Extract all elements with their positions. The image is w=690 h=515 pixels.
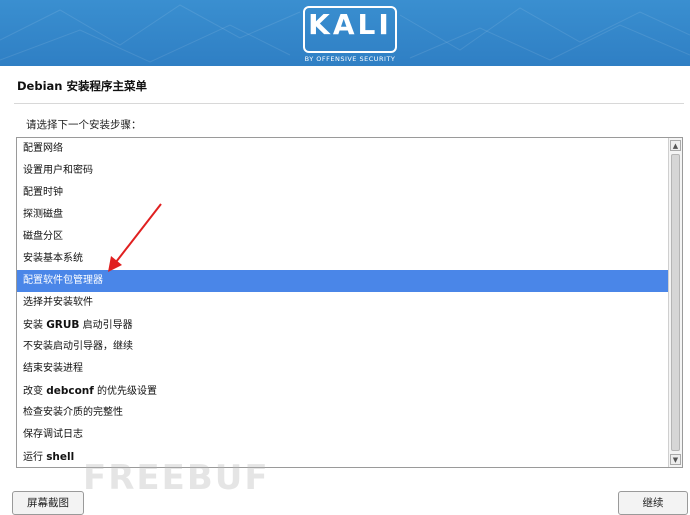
menu-item-label: 配置时钟 xyxy=(23,187,63,198)
menu-item[interactable]: 磁盘分区 xyxy=(17,226,668,248)
menu-item-label-suffix: 的优先级设置 xyxy=(93,386,158,397)
menu-item[interactable]: 改变 debconf 的优先级设置 xyxy=(17,380,668,402)
menu-item[interactable]: 不安装启动引导器，继续 xyxy=(17,336,668,358)
menu-item-label: 配置网络 xyxy=(23,143,63,154)
prompt-label: 请选择下一个安装步骤： xyxy=(26,119,142,131)
menu-item-label: 不安装启动引导器，继续 xyxy=(23,341,133,352)
menu-item[interactable]: 配置网络 xyxy=(17,138,668,160)
window-title: Debian 安装程序主菜单 xyxy=(17,79,147,93)
menu-items: 配置网络设置用户和密码 配置时钟探测磁盘磁盘分区安装基本系统配置软件包管理器 选择并… xyxy=(17,138,668,467)
scroll-down-arrow-icon[interactable]: ▼ xyxy=(670,454,681,465)
menu-item-label: 设置用户和密码 xyxy=(23,165,93,176)
menu-item[interactable]: 结束安装进程 xyxy=(17,358,668,380)
scrollbar[interactable]: ▲ ▼ xyxy=(668,138,682,467)
menu-item-label: 选择并安装软件 xyxy=(23,297,93,308)
menu-item[interactable]: 选择并安装软件 xyxy=(17,292,668,314)
continue-button[interactable]: 继续 xyxy=(618,491,688,515)
menu-item-label-bold: debconf xyxy=(46,385,94,397)
menu-item-label-bold: shell xyxy=(46,451,75,463)
menu-item-selected[interactable]: 配置软件包管理器 xyxy=(17,270,668,292)
menu-item[interactable]: 检查安装介质的完整性 xyxy=(17,402,668,424)
install-steps-list[interactable]: 配置网络设置用户和密码 配置时钟探测磁盘磁盘分区安装基本系统配置软件包管理器 选择并… xyxy=(16,137,683,468)
menu-item-label: 配置软件包管理器 xyxy=(23,275,103,286)
menu-item[interactable]: 探测磁盘 xyxy=(17,204,668,226)
menu-item-label-suffix: 启动引导器 xyxy=(79,320,133,331)
menu-item-label: 保存调试日志 xyxy=(23,429,83,440)
scroll-thumb[interactable] xyxy=(671,154,680,451)
freebuf-watermark: FREEBUF xyxy=(83,458,270,498)
logo-subtitle: BY OFFENSIVE SECURITY xyxy=(304,55,396,63)
kali-banner: KALI BY OFFENSIVE SECURITY xyxy=(0,0,690,66)
menu-item-label: 磁盘分区 xyxy=(23,231,63,242)
menu-item-label: 探测磁盘 xyxy=(23,209,63,220)
kali-logo: KALI xyxy=(303,6,397,53)
menu-item-label: 检查安装介质的完整性 xyxy=(23,407,123,418)
menu-item-label-bold: GRUB xyxy=(46,319,80,331)
menu-item[interactable]: 配置时钟 xyxy=(17,182,668,204)
menu-item-label: 结束安装进程 xyxy=(23,363,83,374)
menu-item[interactable]: 安装基本系统 xyxy=(17,248,668,270)
menu-item-label-prefix: 安装 xyxy=(23,320,47,331)
divider xyxy=(14,103,684,104)
menu-item-label-prefix: 改变 xyxy=(23,386,47,397)
menu-item-label: 安装基本系统 xyxy=(23,253,83,264)
menu-item-label-prefix: 运行 xyxy=(23,452,47,463)
menu-item[interactable]: 安装 GRUB 启动引导器 xyxy=(17,314,668,336)
logo-text: KALI xyxy=(308,8,392,41)
screenshot-button[interactable]: 屏幕截图 xyxy=(12,491,84,515)
scroll-up-arrow-icon[interactable]: ▲ xyxy=(670,140,681,151)
menu-item[interactable]: 保存调试日志 xyxy=(17,424,668,446)
menu-item[interactable]: 设置用户和密码 xyxy=(17,160,668,182)
